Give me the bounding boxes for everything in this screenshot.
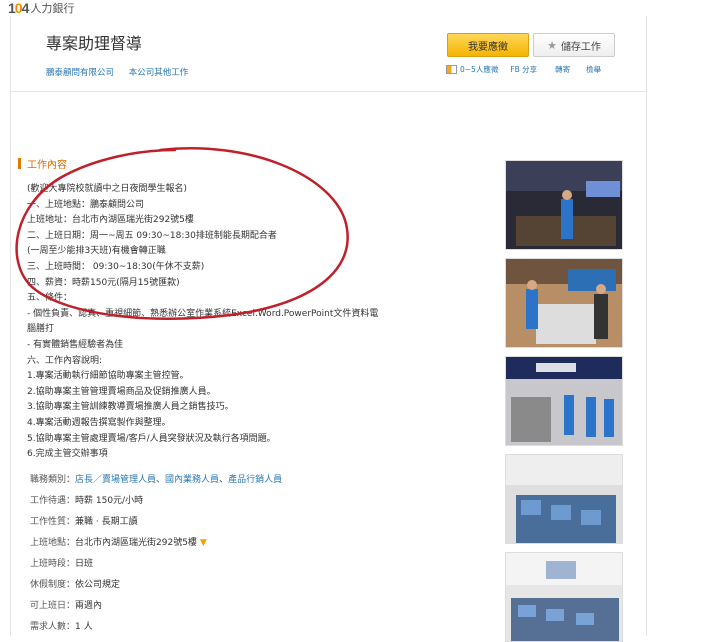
description-line: 四、薪資：時薪150元(隔月15號匯款) — [27, 277, 180, 288]
description-line: 三、上班時間： 09:30~18:30(午休不支薪) — [27, 261, 205, 272]
section-title-text: 工作內容 — [27, 160, 67, 171]
apply-button[interactable]: 我要應徵 — [447, 33, 529, 57]
nature-value: 兼職 · 長期工讀 — [75, 517, 138, 527]
description-line: - 個性負責、認真、重視細節、熟悉辦公室作業系統Excel.Word.Power… — [27, 308, 379, 319]
store-photo-icon[interactable] — [505, 356, 623, 446]
save-job-label: 儲存工作 — [560, 41, 601, 53]
detail-headcount: 需求人數：1 人 — [30, 619, 93, 632]
holiday-value: 依公司規定 — [75, 580, 121, 590]
apply-button-label: 我要應徵 — [468, 41, 508, 53]
category-link[interactable]: 產品行銷人員 — [228, 475, 282, 485]
detail-category: 職務類別：店長／賣場管理人員、國內業務人員、產品行銷人員 — [30, 472, 282, 485]
detail-pay: 工作待遇：時薪 150元/小時 — [30, 493, 143, 506]
job-title: 專案助理督導 — [46, 34, 143, 53]
detail-holiday: 休假制度：依公司規定 — [30, 577, 120, 590]
store-photo-icon[interactable] — [505, 160, 623, 250]
category-label: 職務類別： — [30, 475, 76, 485]
job-description: (歡迎大專院校就讀中之日夜間學生報名) 一、上班地點：鵬泰顧問公司上班地址：台北市… — [27, 182, 378, 463]
report-link[interactable]: 檢舉 — [586, 64, 601, 75]
category-sep: 、 — [156, 475, 166, 485]
nature-label: 工作性質： — [30, 517, 76, 527]
description-line: 上班地址：台北市內湖區瑞光街292號5樓 — [27, 215, 194, 226]
description-line: 2.協助專案主管管理賣場商品及促銷推廣人員。 — [27, 386, 216, 397]
detail-start: 可上班日：兩週內 — [30, 598, 102, 611]
detail-location: 上班地點：台北市內湖區瑞光街292號5樓 ▼ — [30, 535, 207, 548]
start-value: 兩週內 — [75, 601, 103, 611]
site-logo[interactable]: 104 人力銀行 — [8, 0, 75, 16]
location-value: 台北市內湖區瑞光街292號5樓 — [75, 538, 197, 548]
headcount-value: 1 人 — [75, 622, 93, 632]
applicants-text: 0~5人應徵 — [460, 65, 499, 74]
description-line: 6.完成主管交辦事項 — [27, 449, 108, 460]
location-label: 上班地點： — [30, 538, 76, 548]
section-heading: 工作內容 — [18, 156, 67, 171]
start-label: 可上班日： — [30, 601, 76, 611]
forward-link[interactable]: 轉寄 — [555, 64, 570, 75]
applicants-link[interactable]: 0~5人應徵 — [446, 64, 498, 75]
detail-shift: 上班時段：日班 — [30, 556, 93, 569]
company-links: 鵬泰顧問有限公司 本公司其他工作 — [46, 66, 200, 78]
save-job-button[interactable]: ★ 儲存工作 — [533, 33, 615, 57]
category-link[interactable]: 店長／賣場管理人員 — [75, 475, 156, 485]
description-line: 3.協助專案主管訓練教導賣場推廣人員之銷售技巧。 — [27, 402, 234, 413]
holiday-label: 休假制度： — [30, 580, 76, 590]
star-icon: ★ — [547, 38, 557, 52]
store-photo-icon[interactable] — [505, 258, 623, 348]
other-jobs-link[interactable]: 本公司其他工作 — [129, 68, 189, 78]
category-sep: 、 — [219, 475, 229, 485]
description-line: 一、上班地點：鵬泰顧問公司 — [27, 199, 145, 210]
meeting-photo-icon[interactable] — [505, 552, 623, 642]
header-divider — [10, 91, 646, 92]
applicant-bar-icon — [446, 65, 457, 74]
section-bar-icon — [18, 158, 21, 169]
description-line: 腦膳打 — [27, 324, 55, 335]
description-line: (歡迎大專院校就讀中之日夜間學生報名) — [27, 184, 188, 194]
description-line: (一周至少能排3天班)有機會轉正職 — [27, 246, 166, 257]
description-line: 六、工作內容說明: — [27, 355, 103, 366]
shift-value: 日班 — [75, 559, 94, 569]
map-pin-icon[interactable]: ▼ — [200, 538, 207, 548]
description-line: 4.專案活動週報告撰寫製作與整理。 — [27, 417, 171, 428]
company-name-link[interactable]: 鵬泰顧問有限公司 — [46, 68, 114, 78]
description-line: 1.專案活動執行細節協助專案主管控管。 — [27, 371, 189, 382]
pay-value: 時薪 150元/小時 — [75, 496, 144, 506]
description-line: - 有實體銷售經驗者為佳 — [27, 339, 124, 350]
description-line: 5.協助專案主管處理賣場/客戶/人員突發狀況及執行各項問題。 — [27, 433, 276, 444]
description-line: 五、條件： — [27, 293, 73, 304]
shift-label: 上班時段： — [30, 559, 76, 569]
category-link[interactable]: 國內業務人員 — [165, 475, 219, 485]
logo-number: 104 — [8, 0, 29, 16]
headcount-label: 需求人數： — [30, 622, 76, 632]
meeting-photo-icon[interactable] — [505, 454, 623, 544]
fb-share-link[interactable]: FB 分享 — [510, 64, 537, 75]
pay-label: 工作待遇： — [30, 496, 76, 506]
job-meta-row: 0~5人應徵 FB 分享 轉寄 檢舉 — [446, 64, 601, 75]
description-line: 二、上班日期：周一~周五 09:30~18:30排班制能長期配合者 — [27, 230, 277, 241]
logo-brand: 人力銀行 — [30, 2, 75, 15]
detail-nature: 工作性質：兼職 · 長期工讀 — [30, 514, 138, 527]
